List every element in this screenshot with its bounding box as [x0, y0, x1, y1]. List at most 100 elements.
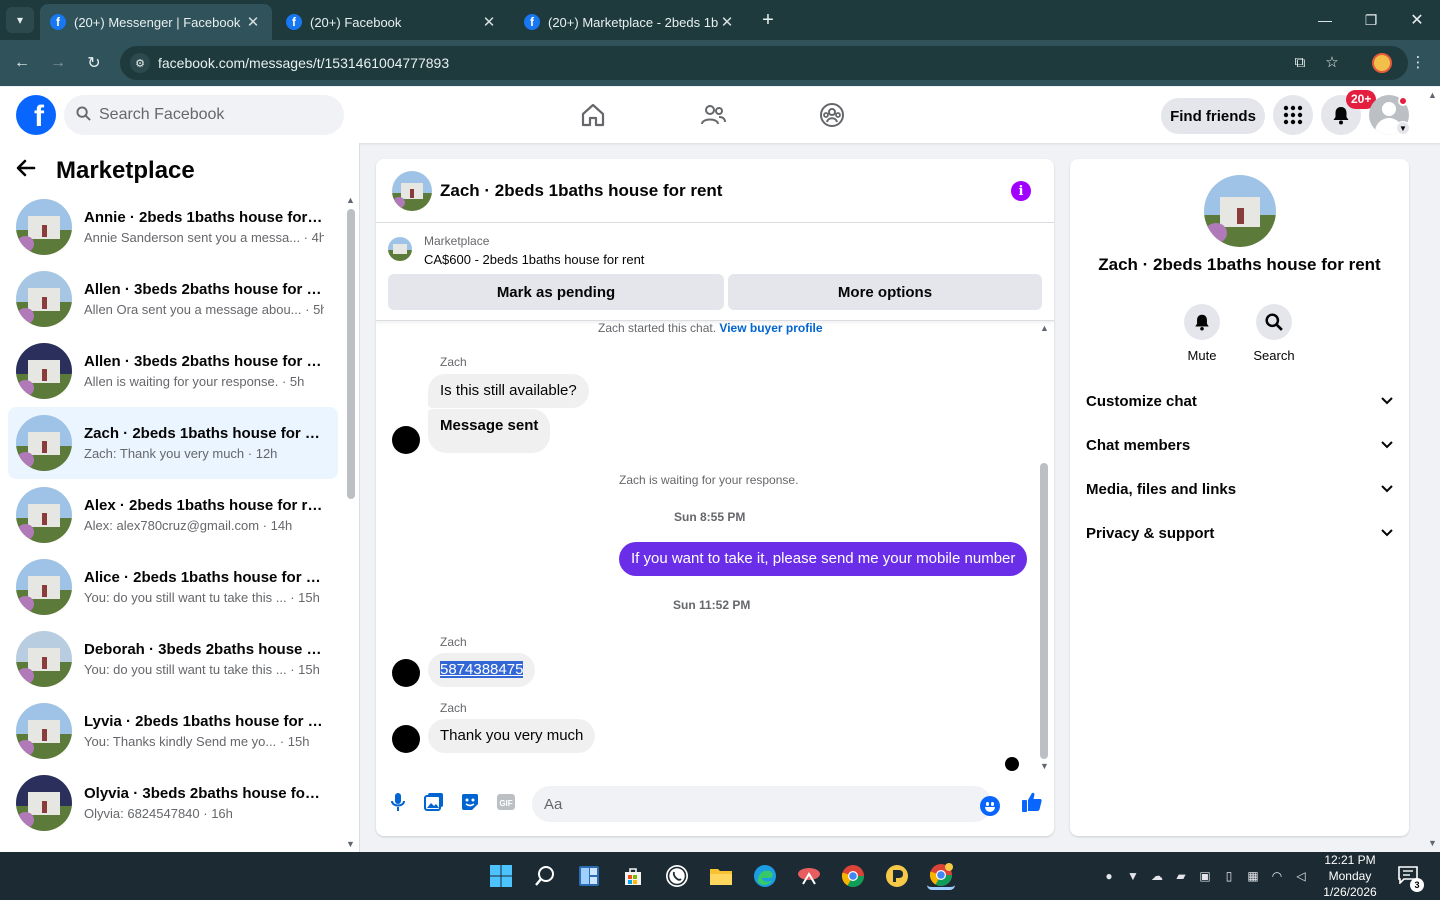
scroll-down-arrow-icon[interactable]: ▼: [346, 839, 355, 849]
listing-thumbnail[interactable]: [392, 170, 432, 211]
menu-grid-icon[interactable]: [1273, 95, 1313, 135]
minimize-icon[interactable]: —: [1302, 0, 1348, 40]
new-tab-button[interactable]: +: [756, 8, 780, 32]
thread-scrollbar[interactable]: [1040, 463, 1048, 759]
chrome-active-icon[interactable]: [927, 862, 955, 890]
wifi-icon[interactable]: ◠: [1269, 868, 1285, 884]
tab-search-dropdown-icon[interactable]: ▾: [6, 7, 34, 33]
browser-profile-avatar[interactable]: [1372, 53, 1392, 73]
taskbar-search-icon[interactable]: [531, 862, 559, 890]
listing-price-title[interactable]: CA$600 - 2beds 1baths house for rent: [424, 252, 644, 267]
microphone-icon[interactable]: [384, 788, 412, 816]
emoji-icon[interactable]: [980, 796, 1000, 816]
windows-start-icon[interactable]: [487, 862, 515, 890]
cloud-off-icon[interactable]: ☁: [1149, 868, 1165, 884]
facebook-logo-icon[interactable]: f: [16, 95, 56, 135]
scroll-up-arrow-icon[interactable]: ▲: [1040, 323, 1049, 333]
system-clock[interactable]: 12:21 PM Monday 1/26/2026: [1316, 852, 1384, 900]
message-bubble-incoming[interactable]: 5874388475: [428, 653, 536, 687]
listing-large-thumbnail[interactable]: [1204, 175, 1276, 247]
usb-icon[interactable]: ▯: [1221, 868, 1237, 884]
snipping-tool-icon[interactable]: [795, 862, 823, 890]
browser-tab-marketplace[interactable]: f (20+) Marketplace - 2beds 1bat ✕: [514, 4, 746, 40]
conversation-title[interactable]: Zach · 2beds 1baths house for rent: [440, 181, 722, 201]
message-bubble-incoming[interactable]: Is this still available?: [428, 374, 589, 408]
scroll-up-arrow-icon[interactable]: ▲: [346, 195, 355, 205]
browser-tab-messenger[interactable]: f (20+) Messenger | Facebook ✕: [40, 4, 272, 40]
folder-tray-icon[interactable]: ▰: [1173, 868, 1189, 884]
gif-icon[interactable]: GIF: [492, 788, 520, 816]
bookmark-star-icon[interactable]: ☆: [1320, 50, 1344, 74]
back-arrow-icon[interactable]: [16, 158, 48, 184]
file-explorer-icon[interactable]: [707, 862, 735, 890]
sender-avatar[interactable]: [392, 426, 420, 454]
page-scroll-down-arrow-icon[interactable]: ▼: [1428, 838, 1437, 848]
conversation-item[interactable]: Alex · 2beds 1baths house for rent Alex: …: [8, 479, 338, 551]
conversation-item[interactable]: Zach · 2beds 1baths house for re... Zach:…: [8, 407, 338, 479]
search-icon[interactable]: [1256, 304, 1292, 340]
chevron-down-icon[interactable]: ▼: [1396, 121, 1410, 135]
close-window-icon[interactable]: ✕: [1394, 0, 1440, 40]
conversation-item[interactable]: Allen · 3beds 2baths house for r... Allen…: [8, 335, 338, 407]
message-bubble-incoming[interactable]: Thank you very much: [428, 719, 596, 753]
conversation-item[interactable]: Olyvia · 3beds 2baths house for ... Olyvi…: [8, 767, 338, 839]
back-arrow-icon[interactable]: ←: [9, 50, 35, 76]
search-input[interactable]: [99, 106, 319, 124]
widgets-icon[interactable]: [575, 862, 603, 890]
url-field[interactable]: ⚙ facebook.com/messages/t/15314610047778…: [120, 46, 1408, 80]
photo-attach-icon[interactable]: [420, 788, 448, 816]
home-icon[interactable]: [579, 101, 607, 129]
media-files-links-row[interactable]: Media, files and links: [1086, 467, 1393, 511]
install-app-icon[interactable]: ⧉: [1288, 50, 1312, 74]
message-bubble-outgoing[interactable]: If you want to take it, please send me y…: [619, 542, 1028, 576]
microsoft-store-icon[interactable]: [619, 862, 647, 890]
conversation-item[interactable]: Annie · 2beds 1baths house for r... Annie…: [8, 191, 338, 263]
volume-icon[interactable]: ◁: [1293, 868, 1309, 884]
message-bubble-incoming[interactable]: Message sent: [428, 409, 551, 453]
conversation-item[interactable]: Alice · 2beds 1baths house for re... You:…: [8, 551, 338, 623]
conversation-item[interactable]: Deborah · 3beds 2baths house f... You: do…: [8, 623, 338, 695]
whatsapp-icon[interactable]: [663, 862, 691, 890]
edge-browser-icon[interactable]: [751, 862, 779, 890]
page-scroll-up-arrow-icon[interactable]: ▲: [1428, 90, 1437, 100]
mark-as-pending-button[interactable]: Mark as pending: [388, 274, 724, 310]
mute-action[interactable]: Mute: [1172, 304, 1232, 363]
groups-icon[interactable]: [818, 101, 846, 129]
close-tab-icon[interactable]: ✕: [718, 13, 736, 31]
search-action[interactable]: Search: [1244, 304, 1304, 363]
chat-members-row[interactable]: Chat members: [1086, 423, 1393, 467]
restore-icon[interactable]: ❐: [1348, 0, 1394, 40]
message-input-box[interactable]: [532, 786, 992, 822]
pinned-app-icon[interactable]: [883, 862, 911, 890]
selected-phone-number[interactable]: 5874388475: [440, 661, 524, 678]
bell-icon[interactable]: [1184, 304, 1220, 340]
sidebar-scrollbar[interactable]: [347, 209, 355, 499]
reload-icon[interactable]: ↻: [81, 50, 107, 76]
tray-grid-icon[interactable]: ▦: [1245, 868, 1261, 884]
browser-menu-icon[interactable]: ⋮: [1406, 50, 1430, 74]
more-options-button[interactable]: More options: [728, 274, 1042, 310]
chrome-icon[interactable]: [839, 862, 867, 890]
browser-tab-facebook[interactable]: f (20+) Facebook ✕: [276, 4, 508, 40]
sender-avatar[interactable]: [392, 659, 420, 687]
friends-icon[interactable]: [699, 101, 727, 129]
forward-arrow-icon[interactable]: →: [45, 50, 71, 76]
info-icon[interactable]: i: [1011, 181, 1031, 201]
site-info-icon[interactable]: ⚙: [130, 53, 150, 73]
tray-shield-icon[interactable]: ▼: [1125, 868, 1141, 884]
close-tab-icon[interactable]: ✕: [480, 13, 498, 31]
customize-chat-row[interactable]: Customize chat: [1086, 379, 1393, 423]
tray-app-icon[interactable]: ●: [1101, 868, 1117, 884]
listing-small-thumbnail[interactable]: [388, 237, 412, 261]
close-tab-icon[interactable]: ✕: [244, 13, 262, 31]
search-box[interactable]: [64, 95, 344, 135]
tray-red-app-icon[interactable]: ▣: [1197, 868, 1213, 884]
view-buyer-profile-link[interactable]: View buyer profile: [719, 321, 822, 335]
find-friends-button[interactable]: Find friends: [1161, 98, 1265, 134]
conversation-item[interactable]: Allen · 3beds 2baths house for r... Allen…: [8, 263, 338, 335]
message-input[interactable]: [544, 795, 944, 813]
like-thumbs-up-icon[interactable]: [1018, 788, 1046, 816]
sender-avatar[interactable]: [392, 725, 420, 753]
conversation-item[interactable]: Lyvia · 2beds 1baths house for re... You:…: [8, 695, 338, 767]
privacy-support-row[interactable]: Privacy & support: [1086, 511, 1393, 555]
